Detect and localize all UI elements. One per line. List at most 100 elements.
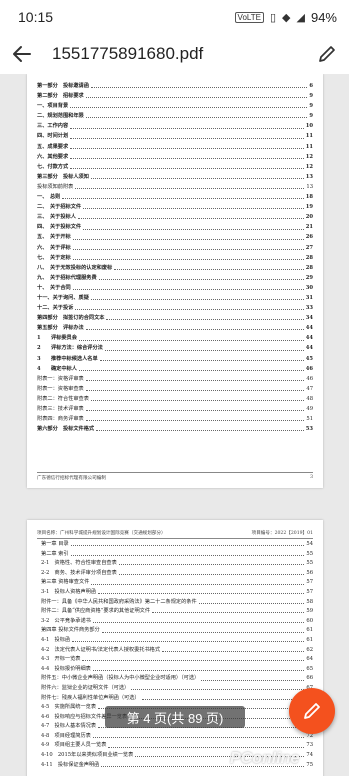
toc-entry: 七、 关于定标 28 — [37, 255, 313, 261]
toc-entry-title: 五、 关于开标 — [37, 234, 71, 241]
toc-entry-page: 46 — [305, 365, 313, 372]
toc-entry-title: 第二章 索引 — [41, 550, 69, 557]
toc-leader-dots — [82, 660, 305, 662]
toc-entry: 3-1 投标人资格声明函 57 — [41, 588, 313, 595]
toc-entry-title: 3-1 投标人资格声明函 — [41, 588, 97, 595]
toc-leader-dots — [201, 679, 305, 681]
toc-entry-page: 55 — [306, 550, 313, 557]
toc-entry-title: 2-1 资格性、符合性审查自查表 — [41, 560, 117, 567]
toc-leader-dots — [72, 238, 304, 240]
toc-entry: 4-9 项目组主要人员一览表 73 — [41, 743, 313, 748]
toc-entry-title: 一、项目背景 — [37, 103, 69, 110]
toc-entry-page: 9 — [309, 113, 313, 120]
pdf-page: 项目名称：广州科学城提升规划设计国际竞赛（交通规划部分） 项目编号：2022【2… — [27, 520, 323, 776]
toc-leader-dots — [114, 268, 304, 270]
toc-leader-dots — [70, 127, 304, 129]
toc-leader-dots — [85, 410, 305, 412]
toc-leader-dots — [108, 746, 305, 748]
toc-entry-page: 34 — [305, 315, 313, 322]
toc-entry: 3-2 公平竞争承诺书 60 — [41, 617, 313, 624]
fab-edit-button[interactable] — [289, 688, 335, 734]
toc-entry-title: 4-10 2015年以来类似项目业绩一览表 — [41, 752, 134, 759]
toc-entry: 五、成果要求 11 — [37, 143, 313, 150]
toc-entry: 四、 关于投标文件 21 — [37, 225, 313, 230]
toc-leader-dots — [92, 737, 305, 739]
toc-entry: 十二、关于投诉 33 — [37, 305, 313, 311]
toc-leader-dots — [118, 564, 305, 566]
toc-leader-dots — [70, 157, 304, 159]
toc-entry-page: 47 — [306, 385, 313, 392]
toc-entry: 八、 关于无效投标的认定和废标 28 — [37, 264, 313, 271]
toc-entry: 附件六：监狱企业的证明文件（可选）67 — [41, 685, 313, 691]
toc-entry-page: 21 — [305, 224, 313, 231]
toc-entry-title: 3-2 公平竞争承诺书 — [41, 617, 91, 624]
toc-entry: 第二部分 招标要求 9 — [37, 93, 313, 100]
toc-entry-title: 三、工作内容 — [37, 123, 69, 130]
vibrate-icon: ▯ — [269, 11, 277, 24]
toc-entry-page: 65 — [306, 665, 313, 672]
document-title: 1551775891680.pdf — [52, 44, 204, 63]
footer-page-number: 3 — [310, 475, 313, 480]
toc-leader-dots — [90, 400, 305, 402]
toc-entry-title: 第二部分 招标要求 — [37, 93, 84, 100]
toc-entry-title: 1 评标委员会 — [37, 335, 77, 342]
toc-entry: 第四章 投标文件商务部分 61 — [41, 628, 313, 633]
toc-entry: 第六部分 投标文件格式 53 — [37, 426, 313, 432]
toc-leader-dots — [91, 583, 305, 585]
toc-leader-dots — [90, 87, 308, 89]
toc-entry-title: 一、 总则 — [37, 194, 61, 201]
toc-leader-dots — [77, 218, 304, 220]
toc-leader-dots — [72, 258, 304, 260]
toc-leader-dots — [85, 379, 305, 381]
toc-entry-page: 10 — [305, 123, 313, 130]
watermark-logo: PConline — [230, 750, 300, 767]
toc-entry-page: 74 — [306, 752, 313, 759]
toc-entry-page: 59 — [306, 608, 313, 615]
toc-entry: 4 确定中标人 46 — [37, 365, 313, 372]
toc-entry: 六、 关于评标 27 — [37, 245, 313, 251]
toc-entry-page: 46 — [306, 375, 313, 382]
toc-leader-dots — [70, 137, 304, 139]
toc-entry-page: 54 — [306, 541, 313, 547]
toc-entry: 六、其他要求 12 — [37, 153, 313, 160]
toc-leader-dots — [85, 390, 305, 392]
toc-entry-title: 第四章 投标文件商务部分 — [41, 627, 100, 634]
pencil-icon — [304, 703, 320, 719]
toc-entry: 附件七：残疾人福利性单位声明函（可选）68 — [41, 695, 313, 701]
toc-entry-title: 第一部分 投标邀请函 — [37, 83, 89, 89]
toc-entry-page: 12 — [305, 153, 313, 160]
toc-entry-page: 64 — [306, 656, 313, 663]
header-right: 项目编号：2022【2019】01 — [251, 531, 313, 536]
toc-entry-title: 附表四：商务评审表 — [37, 416, 84, 423]
toc-entry-title: 4-4 投标报价明细表 — [41, 665, 91, 672]
toc-entry: 四、时间计划 11 — [37, 134, 313, 139]
edit-pencil-icon[interactable] — [315, 42, 339, 66]
toc-leader-dots — [70, 147, 304, 149]
toc-entry-title: 二、 关于招标文件 — [37, 204, 82, 211]
wifi-icon: ◆ — [282, 11, 291, 24]
toc-entry-page: 44 — [305, 325, 313, 332]
toc-leader-dots — [106, 319, 304, 321]
toc-entry-title: 3 推荐中标候选人名单 — [37, 355, 98, 362]
toc-leader-dots — [75, 309, 304, 311]
toc-entry-page: 57 — [306, 588, 313, 595]
toc-leader-dots — [72, 641, 305, 643]
toc-leader-dots — [90, 178, 304, 180]
toc-entry-title: 三、 关于投标人 — [37, 214, 76, 221]
page-header: 项目名称：广州科学城提升规划设计国际竞赛（交通规划部分） 项目编号：2022【2… — [37, 530, 313, 539]
back-arrow-icon[interactable] — [10, 42, 34, 66]
toc-entry-page: 28 — [305, 264, 313, 271]
toc-leader-dots — [72, 248, 304, 250]
toc-entry: 二、 关于招标文件 19 — [37, 204, 313, 211]
pdf-viewer[interactable]: 第一部分 投标邀请函 6 第二部分 招标要求 9 一、项目背景 9 二、规划范围和年限 9 三、… — [0, 74, 349, 776]
toc-entry: 附件一：具备《中华人民共和国政府采购法》第二十二条规定的条件 58 — [41, 599, 313, 605]
toc-entry-page: 61 — [306, 627, 313, 634]
toc-entry-title: 4-8 项目经理简历表 — [41, 732, 91, 739]
toc-entry: 附件五：中小微企业声明函（投标人为中小微型企业时适用）（可选） 66 — [41, 676, 313, 681]
toc-entry-title: 4-3 开标一览表 — [41, 656, 81, 663]
toc-entry-title: 4-9 项目组主要人员一览表 — [41, 742, 107, 749]
toc-entry-title: 二、规划范围和年限 — [37, 113, 84, 120]
pdf-page: 第一部分 投标邀请函 6 第二部分 招标要求 9 一、项目背景 9 二、规划范围和年限 9 三、… — [27, 74, 323, 488]
toc-entry-title: 五、成果要求 — [37, 143, 69, 150]
toc-entry-page: 48 — [306, 395, 313, 402]
